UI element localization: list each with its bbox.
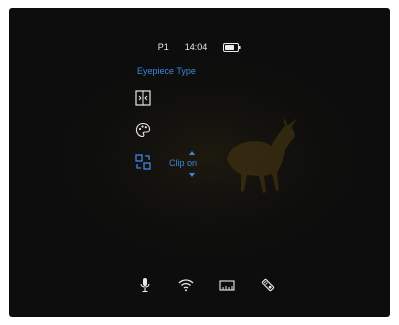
viewfinder-scene — [39, 43, 379, 273]
arrow-down-icon[interactable] — [189, 173, 195, 177]
menu-title: Eyepiece Type — [137, 66, 196, 76]
wifi-icon — [178, 276, 194, 294]
eyepiece-frame-icon[interactable] — [135, 90, 151, 106]
device-screen: P1 14:04 Eyepiece Type Clip on — [9, 8, 390, 317]
palette-icon[interactable] — [135, 122, 151, 138]
ruler-icon — [219, 276, 235, 294]
clock-time: 14:04 — [184, 42, 208, 52]
eyepiece-type-value[interactable]: Clip on — [169, 158, 197, 168]
ir-illuminator-icon — [260, 276, 276, 294]
bottom-status-bar — [9, 276, 390, 296]
eyepiece-swap-icon[interactable] — [135, 154, 151, 170]
battery-icon — [223, 42, 241, 52]
status-bar: P1 14:04 — [9, 42, 390, 52]
profile-label: P1 — [157, 42, 169, 52]
arrow-up-icon[interactable] — [189, 151, 195, 155]
microphone-icon — [137, 276, 153, 294]
